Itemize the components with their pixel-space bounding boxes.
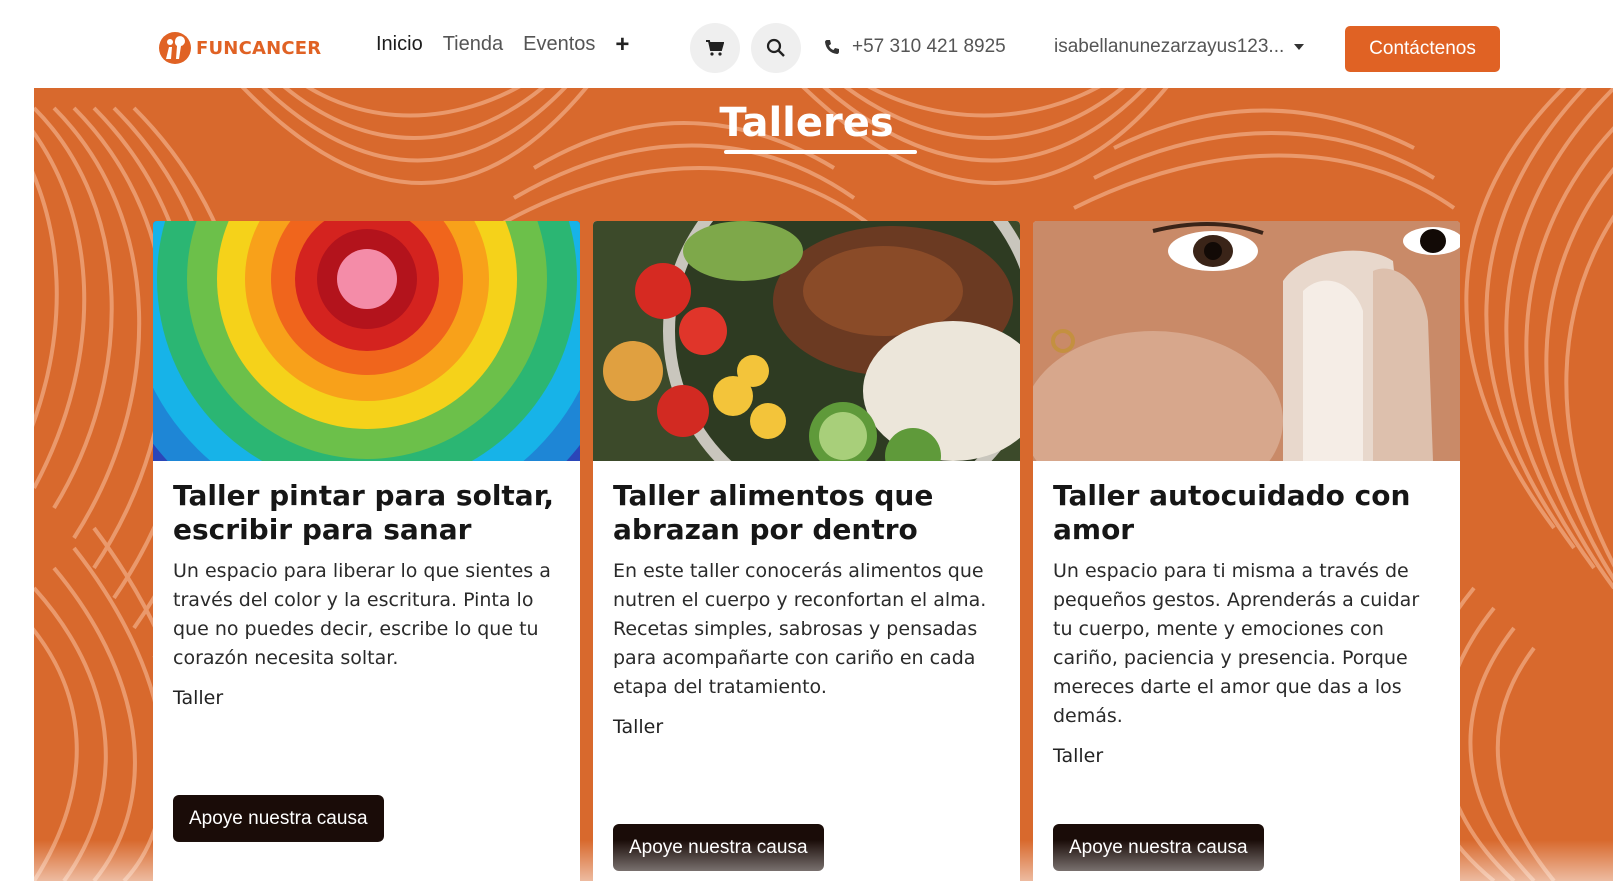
rainbow-circles-image [153,221,580,461]
user-name: isabellanunezarzayus123... [1054,36,1285,57]
nav-item-eventos[interactable]: Eventos [523,33,595,56]
search-icon [766,38,785,57]
title-underline [724,150,917,154]
search-button[interactable] [751,23,801,73]
phone-icon [825,40,839,54]
card-title[interactable]: Taller alimentos que abrazan por dentro [613,479,1003,547]
phone-number: +57 310 421 8925 [852,36,1006,57]
card-body: Taller autocuidado con amor Un espacio p… [1053,479,1443,767]
support-cause-button[interactable]: Apoye nuestra causa [1053,824,1264,871]
funcancer-logo-icon [159,32,191,64]
card-description: En este taller conocerás alimentos que n… [613,560,987,698]
main-nav: Inicio Tienda Eventos + [376,32,629,56]
workshop-card: Taller pintar para soltar, escribir para… [153,221,580,881]
section-title: Talleres [719,100,894,146]
nav-item-tienda[interactable]: Tienda [443,33,503,56]
face-wash-image [1033,221,1460,461]
card-description: Un espacio para liberar lo que sientes a… [173,560,551,669]
user-menu[interactable]: isabellanunezarzayus123... [1054,36,1305,58]
chevron-down-icon [1294,44,1305,50]
support-cause-button[interactable]: Apoye nuestra causa [613,824,824,871]
contact-button[interactable]: Contáctenos [1345,26,1500,72]
brand-name: FUNCANCER [196,37,322,59]
nav-item-inicio[interactable]: Inicio [376,33,423,56]
support-cause-button[interactable]: Apoye nuestra causa [173,795,384,842]
card-description: Un espacio para ti misma a través de peq… [1053,560,1420,727]
card-tag: Taller [173,687,224,709]
cart-button[interactable] [690,23,740,73]
food-bowl-image [593,221,1020,461]
card-tag: Taller [1053,745,1104,767]
card-tag: Taller [613,716,664,738]
site-header: FUNCANCER Inicio Tienda Eventos + +57 31… [34,0,1613,88]
card-title[interactable]: Taller pintar para soltar, escribir para… [173,479,563,547]
cart-icon [706,40,724,56]
phone-link[interactable]: +57 310 421 8925 [824,36,1006,58]
workshop-card: Taller autocuidado con amor Un espacio p… [1033,221,1460,881]
card-title[interactable]: Taller autocuidado con amor [1053,479,1443,547]
card-body: Taller pintar para soltar, escribir para… [173,479,563,709]
card-body: Taller alimentos que abrazan por dentro … [613,479,1003,738]
brand-logo[interactable]: FUNCANCER [158,31,321,65]
workshop-card: Taller alimentos que abrazan por dentro … [593,221,1020,881]
plus-icon[interactable]: + [615,32,629,56]
